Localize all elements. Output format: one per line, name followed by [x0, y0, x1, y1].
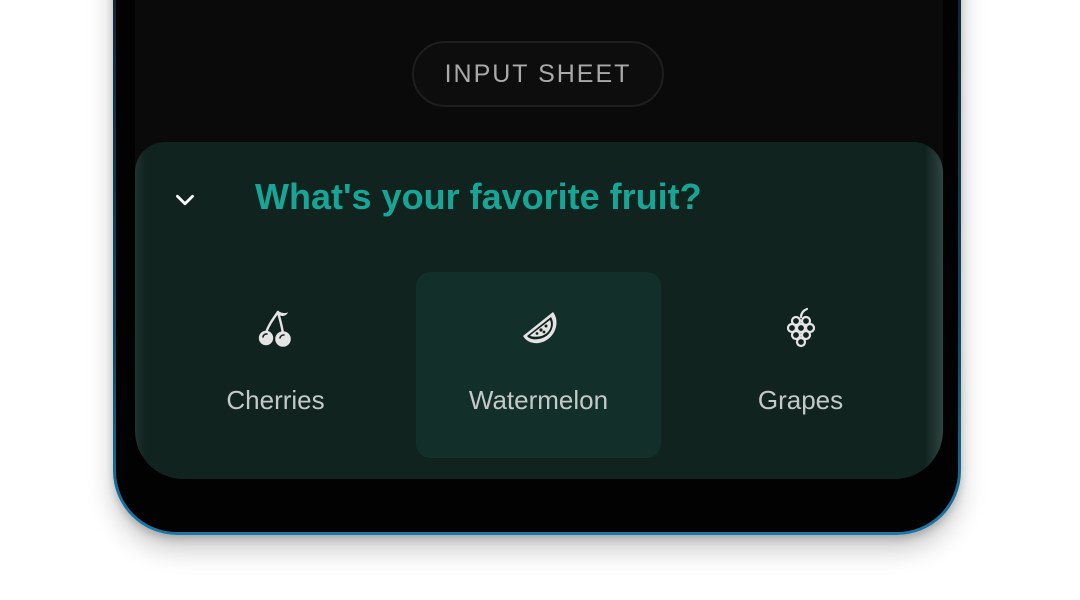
phone-frame: INPUT SHEET What's your favorite fruit? [113, 0, 961, 535]
option-watermelon[interactable]: Watermelon [416, 272, 661, 458]
option-cherries[interactable]: Cherries [153, 272, 398, 458]
phone-screen: INPUT SHEET What's your favorite fruit? [135, 0, 943, 479]
option-label: Grapes [757, 385, 844, 415]
fruit-options: Cherries Watermelon Grapes [153, 272, 925, 458]
grapes-icon [786, 307, 815, 348]
input-sheet-button-label: INPUT SHEET [444, 59, 632, 88]
phone-bezel: INPUT SHEET What's your favorite fruit? [116, 0, 958, 532]
bottom-sheet: What's your favorite fruit? Cherries Wat… [135, 142, 943, 479]
cherries-icon [258, 310, 291, 347]
chevron-down-icon [176, 194, 194, 206]
option-label: Watermelon [468, 385, 609, 415]
watermelon-icon [522, 312, 557, 344]
input-sheet-button[interactable]: INPUT SHEET [412, 41, 664, 107]
option-grapes[interactable]: Grapes [678, 272, 923, 458]
collapse-sheet-button[interactable] [165, 180, 205, 220]
option-label: Cherries [226, 385, 325, 415]
sheet-title: What's your favorite fruit? [255, 176, 702, 217]
